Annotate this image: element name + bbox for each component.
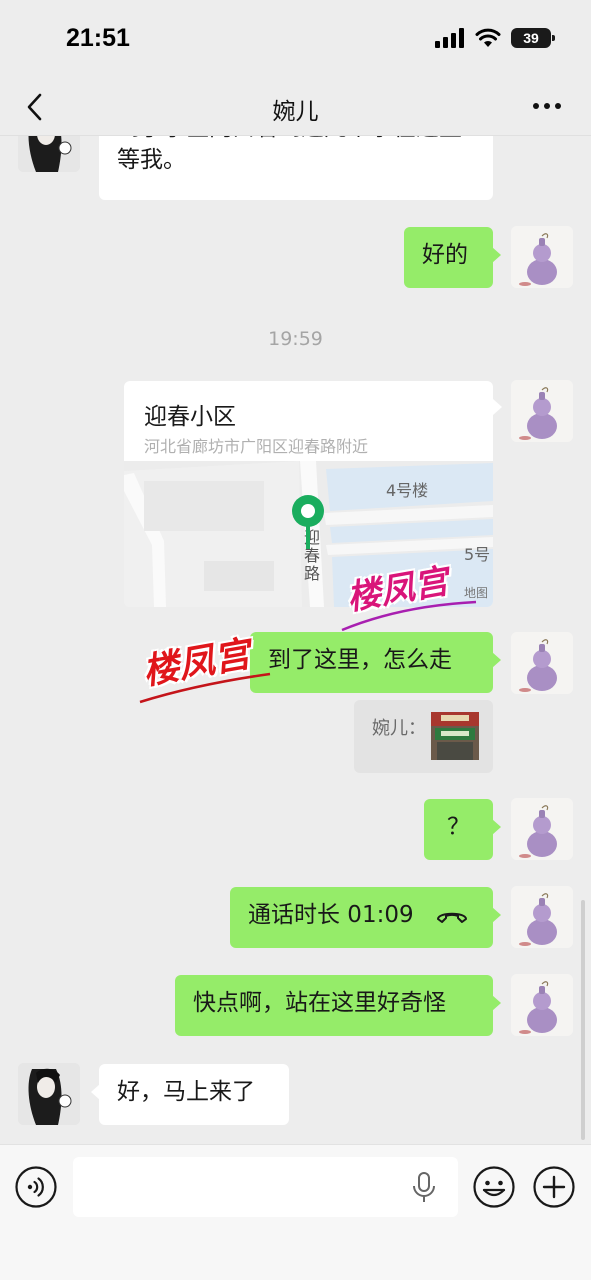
plus-icon[interactable]	[533, 1166, 575, 1208]
chat-title: 婉儿	[272, 99, 319, 125]
quote-author: 婉儿：	[372, 718, 426, 739]
my-avatar[interactable]	[511, 380, 573, 442]
map-label-building-5: 5号	[464, 545, 490, 564]
message-text: 快点啊，站在这里好奇怪	[193, 990, 446, 1016]
location-card-tail	[493, 399, 502, 415]
timestamp: 19:59	[268, 328, 323, 350]
map-road-char-3: 路	[304, 564, 320, 583]
voice-icon[interactable]	[15, 1166, 57, 1208]
emoji-icon[interactable]	[473, 1166, 515, 1208]
mic-icon[interactable]	[410, 1171, 438, 1205]
message-input[interactable]	[73, 1157, 458, 1217]
location-card[interactable]: 迎春小区 河北省廊坊市广阳区迎春路附近 4号楼 5号 迎 春 路 地图	[124, 381, 493, 607]
quoted-message[interactable]: 婉儿：	[354, 700, 493, 773]
message-bubble-received[interactable]: 好，马上来了	[91, 1064, 289, 1125]
wifi-icon	[475, 28, 501, 47]
my-avatar[interactable]	[511, 798, 573, 860]
message-text: 好，马上来了	[117, 1079, 255, 1105]
message-text: 到了这里，怎么走	[268, 647, 452, 673]
location-name: 迎春小区	[144, 404, 236, 430]
status-icons: 39	[435, 28, 555, 48]
call-duration: 通话时长 01:09	[248, 902, 414, 928]
contact-avatar[interactable]	[18, 136, 80, 172]
more-icon[interactable]	[531, 92, 563, 120]
map-credit: 地图	[464, 586, 488, 600]
my-avatar[interactable]	[511, 632, 573, 694]
battery-level: 39	[523, 30, 539, 46]
status-bar: 21:51 39	[0, 0, 591, 78]
message-bubble-sent[interactable]: 好的	[404, 227, 501, 288]
my-avatar[interactable]	[511, 226, 573, 288]
status-time: 21:51	[66, 24, 130, 52]
message-bubble-sent[interactable]: 快点啊，站在这里好奇怪	[175, 975, 501, 1036]
message-bubble-sent[interactable]: ？	[424, 799, 501, 860]
location-address: 河北省廊坊市广阳区迎春路附近	[144, 437, 369, 456]
my-avatar[interactable]	[511, 886, 573, 948]
input-bar	[0, 1144, 591, 1280]
scrollbar[interactable]	[581, 900, 585, 1140]
signal-icon	[435, 28, 464, 48]
quote-image-thumbnail[interactable]	[431, 712, 479, 760]
message-text: 好的	[422, 242, 468, 268]
nav-bar: 婉儿	[0, 78, 591, 136]
my-avatar[interactable]	[511, 974, 573, 1036]
contact-avatar[interactable]	[18, 1063, 80, 1125]
chat-area[interactable]: 到了小区门口看到这几个字在这里等我。 好的 19:59 迎春小区 河北省廊坊市广…	[0, 136, 591, 1144]
message-text: ？	[447, 814, 470, 840]
message-text: 到了小区门口看到这几个字在这里等我。	[117, 136, 462, 173]
call-record-bubble[interactable]: 通话时长 01:09	[230, 887, 501, 948]
battery-icon: 39	[511, 28, 555, 48]
phone-hangup-icon	[436, 912, 467, 923]
map-label-building-4: 4号楼	[386, 481, 428, 500]
message-bubble-received[interactable]: 到了小区门口看到这几个字在这里等我。	[99, 136, 493, 200]
message-bubble-sent[interactable]: 到了这里，怎么走	[250, 632, 501, 693]
location-map: 4号楼 5号 迎 春 路 地图	[124, 461, 493, 607]
